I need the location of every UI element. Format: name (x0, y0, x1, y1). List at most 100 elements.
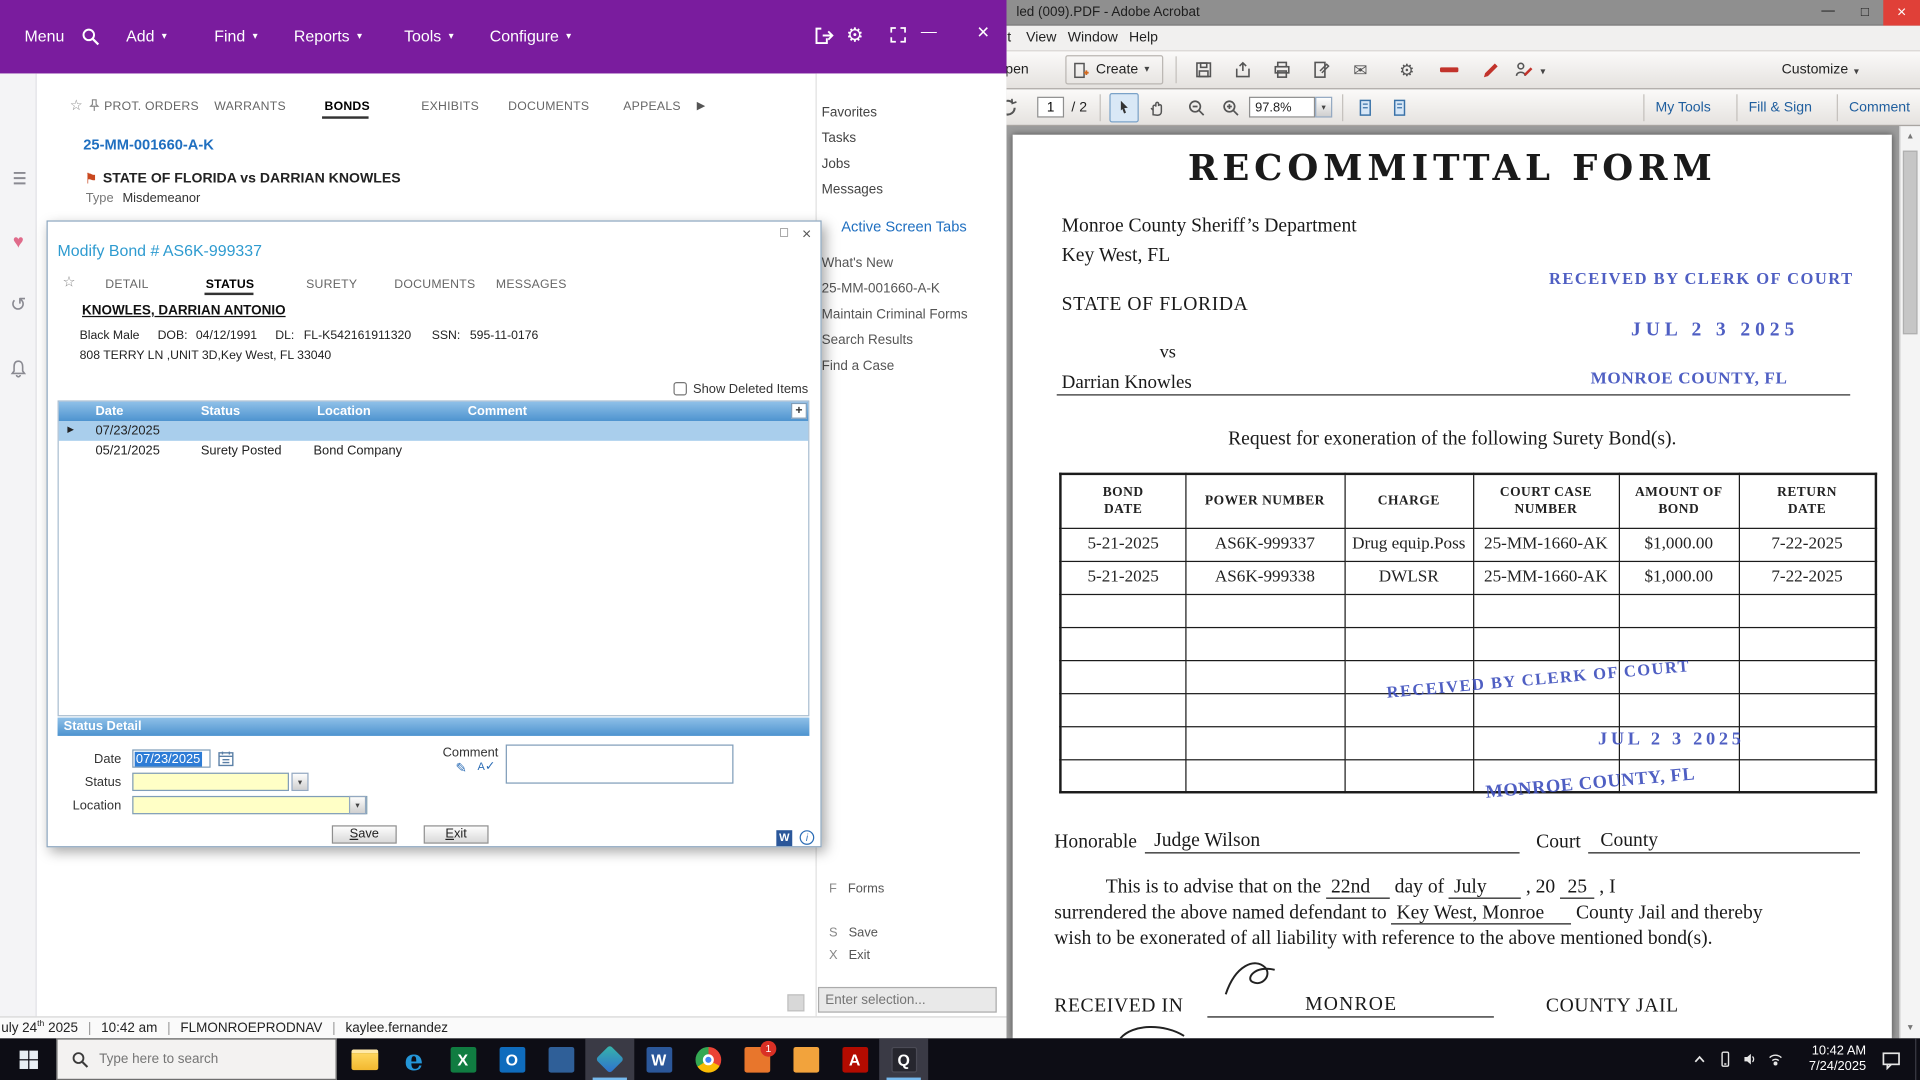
menu-reports[interactable]: Reports▾ (294, 27, 362, 45)
tray-network-icon[interactable] (1767, 1051, 1784, 1068)
previous-view-icon[interactable] (1007, 94, 1022, 121)
tab-warrants[interactable]: WARRANTS (214, 100, 286, 113)
share-icon[interactable] (1229, 56, 1256, 83)
bond-tab-detail[interactable]: DETAIL (105, 278, 148, 291)
screen-tab-maintain-criminal-forms[interactable]: Maintain Criminal Forms (822, 307, 968, 322)
single-page-view-icon[interactable] (1352, 94, 1379, 121)
tray-clock[interactable]: 10:42 AM 7/24/2025 (1790, 1043, 1866, 1075)
menu-view[interactable]: View (1026, 31, 1056, 46)
grid-row-selected[interactable]: ▶ 07/23/2025 (59, 421, 808, 441)
highlight-remove-icon[interactable] (1440, 67, 1458, 72)
menu-window[interactable]: Window (1068, 31, 1118, 46)
spellcheck-pencil-icon[interactable]: ✎ (456, 760, 467, 776)
bond-tab-status[interactable]: STATUS (206, 278, 255, 291)
grid-row[interactable]: 05/21/2025 Surety Posted Bond Company (59, 441, 808, 461)
excel-icon[interactable]: X (438, 1038, 487, 1080)
shortcut-forms[interactable]: FForms (829, 882, 884, 897)
word-icon[interactable]: W (634, 1038, 683, 1080)
tray-chevron-up-icon[interactable] (1691, 1051, 1708, 1068)
notifications-bell-icon[interactable] (6, 356, 30, 380)
dialog-close-icon[interactable]: × (802, 224, 811, 242)
page-number-input[interactable] (1037, 97, 1064, 118)
hand-tool-icon[interactable] (1141, 93, 1170, 122)
marker-pen-icon[interactable] (1477, 56, 1504, 83)
email-icon[interactable]: ✉ (1347, 56, 1374, 83)
tab-prot-orders[interactable]: PROT. ORDERS (104, 100, 199, 113)
zoom-out-icon[interactable] (1183, 94, 1210, 121)
scrolling-page-view-icon[interactable] (1386, 94, 1413, 121)
menu-edit[interactable]: Edit (1007, 31, 1012, 46)
gear-icon[interactable]: ⚙ (1393, 56, 1420, 83)
tabs-overflow-arrow-icon[interactable]: ▶ (697, 99, 705, 112)
menu-find[interactable]: Find▾ (214, 27, 257, 45)
minimize-button[interactable]: — (921, 22, 937, 40)
tab-exhibits[interactable]: EXHIBITS (421, 100, 479, 113)
save-button[interactable]: Save (332, 825, 397, 843)
outlook-icon[interactable]: O (487, 1038, 536, 1080)
file-explorer-icon[interactable] (340, 1038, 389, 1080)
pin-icon[interactable] (87, 98, 102, 113)
shortcut-save[interactable]: SSave (829, 926, 878, 941)
comment-button[interactable]: Comment (1849, 100, 1910, 115)
menu-add[interactable]: Add▾ (126, 27, 167, 45)
search-icon[interactable] (81, 27, 101, 47)
close-button[interactable]: × (977, 21, 989, 45)
case-tab-star-icon[interactable]: ☆ (70, 97, 83, 114)
acrobat-minimize-button[interactable]: — (1810, 0, 1847, 26)
edit-page-icon[interactable] (1308, 56, 1335, 83)
case-number-link[interactable]: 25-MM-001660-A-K (83, 136, 214, 153)
favorites-heart-icon[interactable]: ♥ (6, 229, 30, 253)
fill-sign-button[interactable]: Fill & Sign (1749, 100, 1812, 115)
scroll-down-arrow[interactable]: ▼ (1900, 1018, 1920, 1039)
sign-document-icon[interactable] (1511, 56, 1538, 83)
panel-link-messages[interactable]: Messages (822, 182, 883, 197)
spellcheck-icon[interactable]: A✓ (478, 760, 496, 773)
screen-tab-whats-new[interactable]: What's New (822, 256, 893, 271)
start-button[interactable] (0, 1038, 56, 1080)
calculator-icon[interactable] (536, 1038, 585, 1080)
show-deleted-checkbox[interactable] (673, 382, 686, 395)
history-icon[interactable]: ↺ (6, 293, 30, 317)
screen-tab-search-results[interactable]: Search Results (822, 333, 913, 348)
location-dropdown-arrow[interactable]: ▾ (349, 796, 366, 814)
vertical-scrollbar[interactable]: ▲ ▼ (1899, 126, 1920, 1038)
customize-button[interactable]: Customize (1782, 62, 1849, 77)
tab-bonds[interactable]: BONDS (324, 100, 369, 113)
dialog-maximize-icon[interactable]: □ (780, 225, 788, 240)
word-merge-icon[interactable]: W (776, 830, 792, 846)
save-icon[interactable] (1190, 56, 1217, 83)
menu-help[interactable]: Help (1129, 31, 1158, 46)
info-icon[interactable]: i (800, 830, 815, 845)
shortcut-exit[interactable]: XExit (829, 948, 870, 963)
select-tool-icon[interactable] (1109, 93, 1138, 122)
tab-documents[interactable]: DOCUMENTS (508, 100, 589, 113)
tray-volume-icon[interactable] (1741, 1051, 1758, 1068)
status-dropdown[interactable] (132, 773, 289, 791)
tab-appeals[interactable]: APPEALS (623, 100, 681, 113)
acrobat-maximize-button[interactable]: □ (1847, 0, 1884, 26)
action-center-icon[interactable] (1881, 1049, 1902, 1070)
court-app-icon[interactable] (585, 1038, 634, 1080)
bond-tab-surety[interactable]: SURETY (306, 278, 357, 291)
bond-tab-messages[interactable]: MESSAGES (496, 278, 567, 291)
zoom-level-input[interactable]: 97.8% (1249, 97, 1315, 118)
chevron-down-icon[interactable]: ▾ (1854, 67, 1859, 77)
zoom-dropdown-arrow[interactable]: ▾ (1315, 97, 1332, 118)
fullscreen-icon[interactable] (889, 26, 907, 44)
calendar-icon[interactable] (217, 749, 235, 767)
scroll-corner[interactable] (787, 994, 804, 1011)
panel-link-favorites[interactable]: Favorites (822, 105, 877, 120)
bond-tab-documents[interactable]: DOCUMENTS (394, 278, 475, 291)
dialog-star-icon[interactable]: ☆ (62, 273, 75, 290)
create-button[interactable]: Create ▾ (1065, 55, 1163, 84)
print-icon[interactable] (1269, 56, 1296, 83)
comment-textarea[interactable] (506, 744, 734, 783)
scroll-up-arrow[interactable]: ▲ (1900, 126, 1920, 147)
acrobat-close-button[interactable]: × (1883, 0, 1920, 26)
status-dropdown-arrow[interactable]: ▾ (291, 773, 308, 791)
gear-icon[interactable]: ⚙ (846, 23, 864, 47)
open-button[interactable]: Open (1007, 62, 1029, 77)
acrobat-icon[interactable]: A (830, 1038, 879, 1080)
edge-icon[interactable]: e (389, 1038, 438, 1080)
date-input[interactable]: 07/23/2025 (132, 749, 210, 767)
